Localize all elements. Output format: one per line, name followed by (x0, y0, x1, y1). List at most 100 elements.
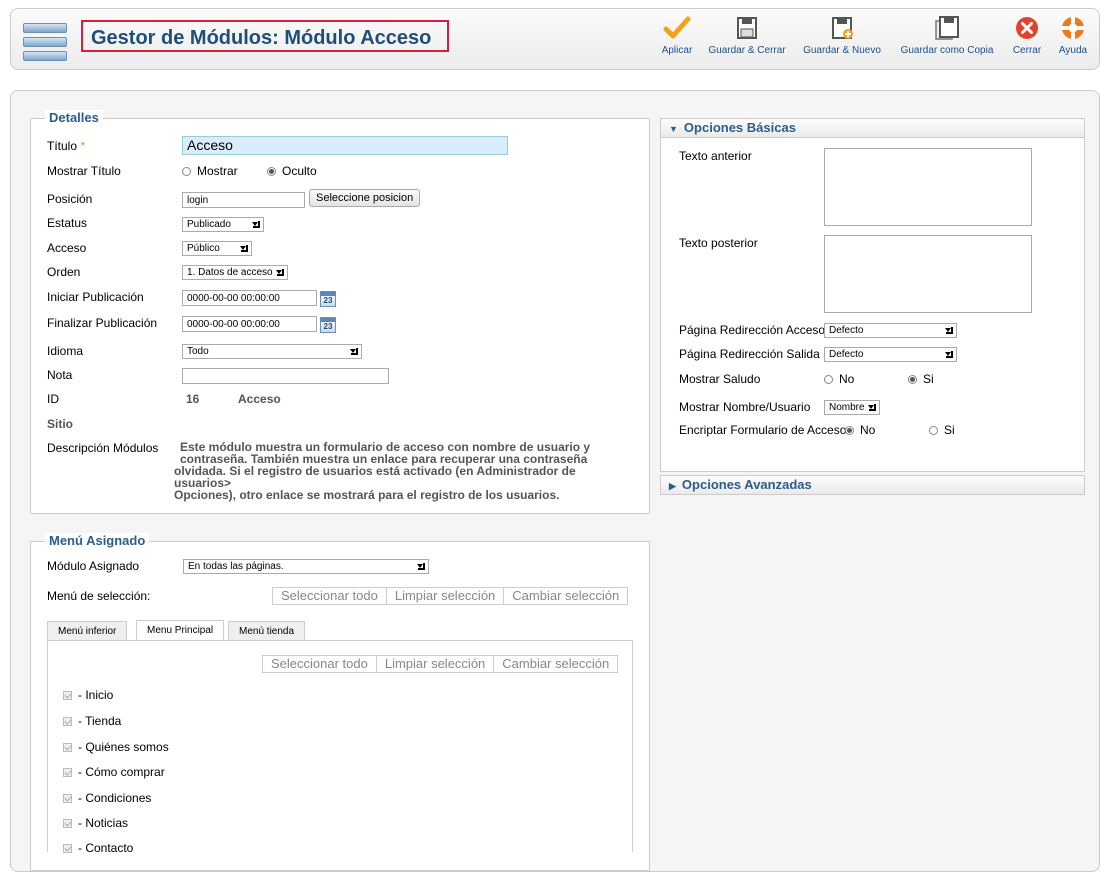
menu-item-contacto[interactable]: - Contacto (63, 841, 133, 855)
note-input[interactable] (182, 368, 389, 384)
logout-redirect-select[interactable]: Defecto (824, 347, 957, 362)
menu-selection-toolbar: Seleccionar todo Limpiar selección Cambi… (272, 587, 629, 605)
finish-publishing-label: Finalizar Publicación (47, 316, 158, 330)
tab-selection-toolbar: Seleccionar todo Limpiar selección Cambi… (262, 655, 619, 673)
start-publishing-label: Iniciar Publicación (47, 290, 144, 304)
greeting-no-option[interactable]: No (824, 372, 854, 386)
save-close-button[interactable]: Guardar & Cerrar (705, 15, 789, 65)
encrypt-yes-option[interactable]: Si (929, 423, 955, 437)
menu-item-quienes-somos[interactable]: - Quiénes somos (63, 740, 169, 754)
greeting-yes-radio[interactable] (908, 375, 917, 384)
position-input[interactable]: login (182, 192, 305, 208)
chevron-down-icon (240, 245, 248, 252)
clear-selection-button[interactable]: Limpiar selección (387, 588, 505, 604)
menu-item-condiciones[interactable]: - Condiciones (63, 791, 151, 805)
status-select[interactable]: Publicado (182, 217, 264, 232)
checkbox[interactable] (63, 768, 72, 777)
calendar-icon[interactable]: 23 (320, 291, 336, 307)
toolbar: Gestor de Módulos: Módulo Acceso Aplicar… (10, 8, 1100, 70)
hide-radio[interactable] (267, 167, 276, 176)
module-description-label: Descripción Módulos (47, 441, 159, 455)
checkbox[interactable] (63, 819, 72, 828)
save-new-icon (832, 17, 853, 39)
save-new-button[interactable]: Guardar & Nuevo (801, 15, 883, 65)
show-title-hide-option[interactable]: Oculto (267, 164, 317, 178)
status-label: Estatus (47, 216, 88, 230)
tab-menu-principal[interactable]: Menu Principal (136, 620, 225, 642)
basic-options-header[interactable]: ▼ Opciones Básicas (661, 119, 1084, 138)
greeting-no-radio[interactable] (824, 375, 833, 384)
toggle-selection-button[interactable]: Cambiar selección (504, 588, 627, 604)
show-radio[interactable] (182, 167, 191, 176)
greeting-label: Mostrar Saludo (679, 372, 761, 386)
advanced-options-header[interactable]: ▶ Opciones Avanzadas (661, 476, 1084, 494)
access-label: Acceso (47, 241, 87, 255)
order-select[interactable]: 1. Datos de acceso (182, 265, 288, 280)
start-publishing-input[interactable]: 0000-00-00 00:00:00 (182, 290, 317, 306)
tab-menu-inferior[interactable]: Menú inferior (47, 621, 128, 641)
save-icon (737, 17, 757, 39)
advanced-options-panel: ▶ Opciones Avanzadas (660, 475, 1085, 495)
show-title-label: Mostrar Título (47, 164, 121, 178)
details-fieldset: Detalles Título * Acceso Mostrar Título … (30, 110, 650, 514)
page-title: Gestor de Módulos: Módulo Acceso (81, 20, 449, 52)
menu-item-tienda[interactable]: - Tienda (63, 714, 121, 728)
module-assigned-select[interactable]: En todas las páginas. (183, 559, 429, 574)
details-legend: Detalles (45, 110, 103, 125)
position-label: Posición (47, 192, 93, 206)
show-name-select[interactable]: Nombre (824, 400, 880, 415)
help-button[interactable]: Ayuda (1055, 15, 1091, 65)
calendar-icon[interactable]: 23 (320, 317, 336, 333)
checkbox[interactable] (63, 717, 72, 726)
checkbox[interactable] (63, 743, 72, 752)
chevron-down-icon (945, 327, 953, 334)
posttext-textarea[interactable] (824, 235, 1032, 313)
checkbox[interactable] (63, 794, 72, 803)
access-select[interactable]: Público (182, 241, 252, 256)
help-lifebuoy-icon (1062, 17, 1084, 39)
encrypt-no-radio[interactable] (845, 426, 854, 435)
select-all-button[interactable]: Seleccionar todo (273, 588, 387, 604)
menu-item-noticias[interactable]: - Noticias (63, 816, 128, 830)
title-label: Título * (47, 139, 86, 153)
menu-assignment-legend: Menú Asignado (45, 533, 150, 548)
required-marker: * (80, 139, 86, 153)
encrypt-form-label: Encriptar Formulario de Acceso (679, 423, 847, 437)
greeting-yes-option[interactable]: Si (908, 372, 934, 386)
menu-selection-label: Menú de selección: (47, 589, 151, 603)
tab-menu-tienda[interactable]: Menú tienda (228, 621, 306, 641)
close-button[interactable]: Cerrar (1009, 15, 1045, 65)
login-redirect-label: Página Redirección Acceso (679, 323, 826, 337)
tab-select-all-button[interactable]: Seleccionar todo (263, 656, 377, 672)
chevron-down-icon (945, 351, 953, 358)
id-value: 16 (186, 392, 200, 406)
save-copy-icon (935, 16, 959, 40)
menu-item-inicio[interactable]: - Inicio (63, 688, 113, 702)
login-redirect-select[interactable]: Defecto (824, 323, 957, 338)
select-position-button[interactable]: Seleccione posicion (309, 189, 421, 207)
pretext-textarea[interactable] (824, 148, 1032, 226)
note-label: Nota (47, 368, 73, 382)
encrypt-no-option[interactable]: No (845, 423, 875, 437)
tab-clear-selection-button[interactable]: Limpiar selección (377, 656, 495, 672)
basic-options-panel: ▼ Opciones Básicas Texto anterior Texto p… (660, 118, 1085, 472)
show-title-show-option[interactable]: Mostrar (182, 164, 238, 178)
encrypt-yes-radio[interactable] (929, 426, 938, 435)
triangle-down-icon: ▼ (669, 124, 678, 134)
checkbox[interactable] (63, 691, 72, 700)
module-assigned-label: Módulo Asignado (47, 559, 140, 573)
chevron-down-icon (252, 221, 260, 228)
apply-button[interactable]: Aplicar (657, 15, 697, 65)
posttext-label: Texto posterior (679, 236, 758, 250)
logout-redirect-label: Página Redirección Salida (679, 347, 820, 361)
tab-toggle-selection-button[interactable]: Cambiar selección (494, 656, 617, 672)
language-select[interactable]: Todo (182, 344, 362, 359)
title-input[interactable]: Acceso (182, 136, 508, 155)
id-module-name: Acceso (238, 392, 281, 406)
order-label: Orden (47, 265, 81, 279)
id-label: ID (47, 392, 59, 406)
finish-publishing-input[interactable]: 0000-00-00 00:00:00 (182, 316, 317, 332)
save-copy-button[interactable]: Guardar como Copia (897, 15, 997, 65)
menu-item-como-comprar[interactable]: - Cómo comprar (63, 765, 165, 779)
show-name-label: Mostrar Nombre/Usuario (679, 400, 811, 414)
